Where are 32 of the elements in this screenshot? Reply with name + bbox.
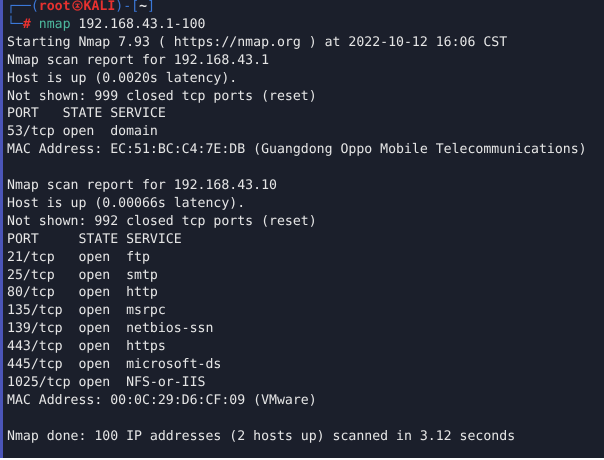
output-line: 135/tcp open msrpc [7, 302, 166, 320]
circled-symbol-icon [72, 0, 83, 11]
output-line: MAC Address: 00:0C:29:D6:CF:09 (VMware) [7, 392, 317, 410]
output-line: Starting Nmap 7.93 ( https://nmap.org ) at 2022-10-12 16:06 CST [7, 34, 508, 52]
output-line: Not shown: 992 closed tcp ports (reset) [7, 212, 317, 231]
output-line: 139/tcp open netbios-ssn [7, 320, 214, 338]
output-line: Host is up (0.00066s latency). [7, 194, 246, 213]
output-line: Nmap scan report for 192.168.43.1 [7, 52, 270, 70]
output-line: Not shown: 999 closed tcp ports (reset) [7, 88, 317, 106]
prompt-user: root [38, 0, 71, 14]
prompt-frame: ┌──( [7, 0, 39, 14]
output-line: PORT STATE SERVICE [7, 230, 182, 249]
output-line: 445/tcp open microsoft-ds [7, 356, 222, 374]
output-line: Host is up (0.0020s latency). [7, 70, 238, 88]
output-line: 21/tcp open ftp [7, 248, 150, 267]
command-name: nmap [38, 16, 71, 32]
command-argument: 192.168.43.1-100 [78, 16, 206, 32]
output-line: 443/tcp open https [7, 338, 166, 356]
output-line: 1025/tcp open NFS-or-IIS [7, 374, 206, 392]
prompt-user: # [22, 16, 31, 32]
prompt-frame: └─ [7, 16, 23, 32]
output-line: Nmap done: 100 IP addresses (2 hosts up) scanned in 3.12 seconds [7, 428, 516, 446]
prompt-user: KALI [84, 0, 116, 14]
output-line: 53/tcp open domain [7, 123, 158, 142]
output-line: 80/tcp open http [7, 284, 158, 302]
output-line: PORT STATE SERVICE [7, 105, 166, 124]
prompt-path: ~ [139, 0, 148, 14]
output-line: MAC Address: EC:51:BC:C4:7E:DB (Guangdong Oppo Mobile Telecommunications) [7, 141, 587, 160]
prompt-frame: )-[ [115, 0, 140, 14]
output-line: Nmap scan report for 192.168.43.10 [7, 177, 277, 195]
prompt-frame: ] [147, 0, 156, 14]
output-line: 25/tcp open smtp [7, 266, 158, 284]
